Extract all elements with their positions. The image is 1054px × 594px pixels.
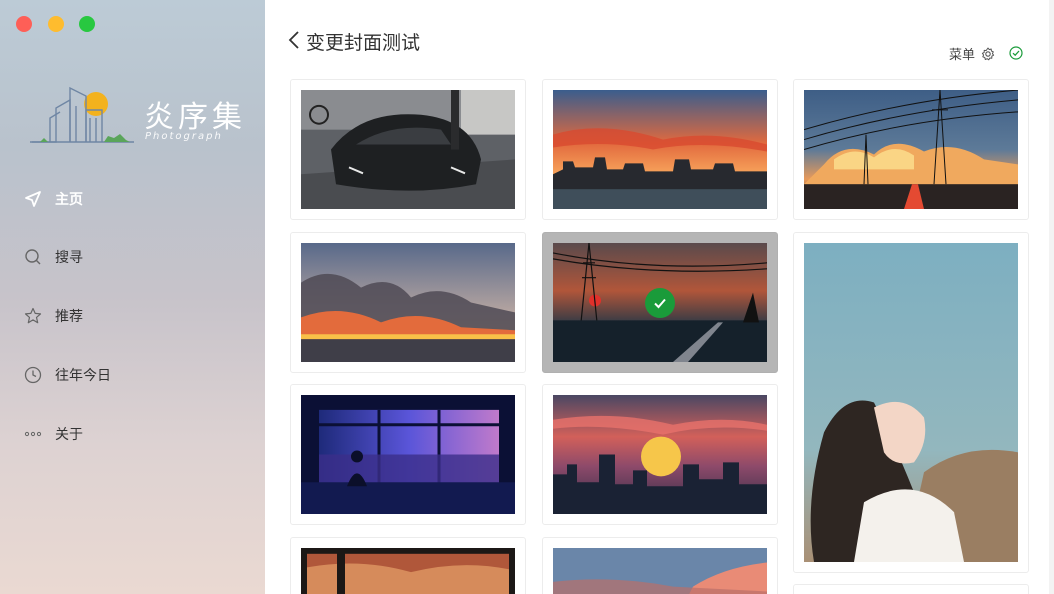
- sidebar-item-home[interactable]: 主页: [24, 179, 244, 219]
- gallery-card-power-tower-dusk[interactable]: [542, 232, 778, 373]
- menu-button[interactable]: 菜单: [949, 44, 995, 63]
- sidebar-item-search[interactable]: 搜寻: [24, 237, 244, 277]
- sidebar-item-recommend[interactable]: 推荐: [24, 296, 244, 336]
- sidebar-item-label: 关于: [55, 427, 83, 443]
- window-minimize-button[interactable]: [48, 16, 64, 32]
- photo-sun-city-skyline: [553, 395, 767, 514]
- gallery-card-sports-car[interactable]: [290, 79, 526, 220]
- sidebar-item-label: 搜寻: [55, 250, 83, 266]
- sidebar-item-label: 推荐: [55, 309, 83, 325]
- sidebar: 炎序集 Photograph 主页 搜寻 推荐 往年今日 关于: [0, 0, 265, 594]
- gallery-card-power-lines-sunset[interactable]: [793, 79, 1029, 220]
- check-circle-icon[interactable]: [1009, 46, 1023, 60]
- back-chevron-icon[interactable]: [286, 29, 304, 51]
- photo-woman-portrait: [804, 243, 1018, 562]
- photo-power-lines-sunset: [804, 90, 1018, 209]
- sidebar-item-label: 往年今日: [55, 368, 111, 384]
- photo-window-night: [301, 395, 515, 514]
- more-dots-icon: [24, 425, 42, 443]
- window-maximize-button[interactable]: [79, 16, 95, 32]
- photo-sunset-city: [553, 90, 767, 209]
- photo-sports-car: [301, 90, 515, 209]
- sidebar-item-on-this-day[interactable]: 往年今日: [24, 355, 244, 395]
- photo-smoke-landscape: [301, 243, 515, 362]
- sidebar-item-label: 主页: [55, 192, 83, 208]
- gallery-card-clouds-sunset[interactable]: [542, 537, 778, 594]
- star-icon: [24, 307, 42, 325]
- gallery-card-next[interactable]: [793, 584, 1029, 594]
- gear-icon: [981, 47, 995, 60]
- photo-clouds-sunset: [553, 548, 767, 594]
- navigation-arrow-icon: [24, 190, 42, 208]
- gallery-card-sunset-city[interactable]: [542, 79, 778, 220]
- search-icon: [24, 248, 42, 266]
- window-close-button[interactable]: [16, 16, 32, 32]
- menu-label: 菜单: [949, 48, 976, 63]
- sidebar-item-about[interactable]: 关于: [24, 414, 244, 454]
- page-title: 变更封面测试: [306, 32, 421, 54]
- window-right-edge: [1049, 0, 1054, 594]
- gallery-card-dark-window-sunset[interactable]: [290, 537, 526, 594]
- gallery-card-smoke-landscape[interactable]: [290, 232, 526, 373]
- app-logo-title: 炎序集: [144, 100, 246, 135]
- clock-icon: [24, 366, 42, 384]
- photo-dark-window-sunset: [301, 548, 515, 594]
- gallery-card-window-night[interactable]: [290, 384, 526, 525]
- selected-check-icon: [645, 287, 675, 318]
- app-logo-subtitle: Photograph: [145, 131, 223, 142]
- gallery-card-sun-city-skyline[interactable]: [542, 384, 778, 525]
- gallery-card-woman-portrait[interactable]: [793, 232, 1029, 573]
